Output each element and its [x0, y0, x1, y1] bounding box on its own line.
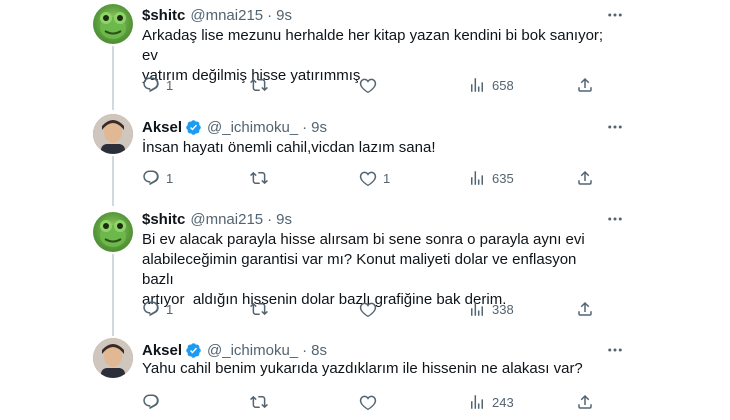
tweet-text: İnsan hayatı önemli cahil,vicdan lazım s…: [142, 138, 612, 158]
verified-badge-icon: [186, 119, 201, 135]
reply-button[interactable]: 1: [142, 299, 173, 319]
like-icon: [359, 171, 377, 187]
tweet-header: $shitc @mnai215 · 9s: [142, 5, 292, 25]
share-icon: [578, 394, 592, 409]
reply-count: 1: [166, 301, 174, 317]
tweet-text-content: Bi ev alacak parayla hisse alırsam bi se…: [142, 231, 585, 308]
views-button[interactable]: 338: [468, 299, 514, 319]
more-button[interactable]: [600, 340, 630, 360]
share-button[interactable]: [576, 168, 594, 188]
share-button[interactable]: [576, 392, 594, 412]
tweet-text-content: Yahu cahil benim yukarıda yazdıklarım il…: [142, 360, 583, 377]
reply-count: 1: [166, 77, 174, 93]
timestamp[interactable]: 9s: [276, 7, 292, 24]
tweet-text-content: İnsan hayatı önemli cahil,vicdan lazım s…: [142, 139, 436, 156]
views-count: 658: [492, 77, 514, 93]
tweet[interactable]: $shitc @mnai215 · 9s Bi ev alacak parayl…: [0, 206, 730, 334]
handle[interactable]: @mnai215: [190, 211, 263, 228]
more-icon: [608, 217, 622, 221]
retweet-button[interactable]: [250, 299, 274, 319]
tweet[interactable]: Aksel @_ichimoku_ · 8s Yahu cahil benim …: [0, 334, 730, 420]
reply-button[interactable]: 1: [142, 168, 173, 188]
share-button[interactable]: [576, 75, 594, 95]
reply-icon: [143, 394, 159, 410]
reply-button[interactable]: 1: [142, 75, 173, 95]
views-count: 338: [492, 301, 514, 317]
timestamp[interactable]: 9s: [311, 119, 327, 136]
reply-button[interactable]: [142, 392, 166, 412]
timestamp[interactable]: 8s: [311, 342, 327, 359]
handle[interactable]: @_ichimoku_: [207, 119, 298, 136]
views-count: 243: [492, 394, 514, 410]
like-icon: [359, 302, 377, 318]
share-icon: [578, 170, 592, 185]
retweet-icon: [250, 171, 268, 185]
more-button[interactable]: [600, 209, 630, 229]
display-name[interactable]: Aksel: [142, 342, 182, 359]
verified-badge-icon: [186, 342, 201, 358]
share-icon: [578, 77, 592, 92]
handle[interactable]: @_ichimoku_: [207, 342, 298, 359]
like-button[interactable]: [359, 392, 383, 412]
reply-icon: [143, 301, 159, 317]
like-button[interactable]: [359, 299, 383, 319]
more-icon: [608, 125, 622, 129]
retweet-icon: [250, 78, 268, 92]
more-icon: [608, 13, 622, 17]
views-icon: [471, 395, 483, 409]
retweet-button[interactable]: [250, 168, 274, 188]
like-button[interactable]: [359, 75, 383, 95]
tweet-text: Bi ev alacak parayla hisse alırsam bi se…: [142, 230, 612, 310]
display-name[interactable]: $shitc: [142, 211, 185, 228]
views-icon: [471, 302, 483, 316]
views-button[interactable]: 635: [468, 168, 514, 188]
tweet-text: Yahu cahil benim yukarıda yazdıklarım il…: [142, 359, 612, 379]
tweet-header: $shitc @mnai215 · 9s: [142, 209, 292, 229]
share-button[interactable]: [576, 299, 594, 319]
more-icon: [608, 348, 622, 352]
tweet[interactable]: Aksel @_ichimoku_ · 9s İnsan hayatı önem…: [0, 108, 730, 206]
display-name[interactable]: $shitc: [142, 7, 185, 24]
retweet-icon: [250, 395, 268, 409]
like-icon: [359, 78, 377, 94]
tweet-header: Aksel @_ichimoku_ · 8s: [142, 340, 327, 360]
views-count: 635: [492, 170, 514, 186]
display-name[interactable]: Aksel: [142, 119, 182, 136]
action-bar: 1 338: [142, 299, 607, 319]
retweet-icon: [250, 302, 268, 316]
more-button[interactable]: [600, 117, 630, 137]
avatar[interactable]: [93, 212, 133, 252]
action-bar: 243: [142, 392, 607, 412]
separator-dot: ·: [267, 210, 273, 228]
views-icon: [471, 171, 483, 185]
reply-count: 1: [166, 170, 174, 186]
share-icon: [578, 301, 592, 316]
like-icon: [359, 395, 377, 411]
separator-dot: ·: [302, 118, 308, 136]
timestamp[interactable]: 9s: [276, 211, 292, 228]
like-button[interactable]: 1: [359, 168, 390, 188]
reply-icon: [143, 77, 159, 93]
avatar[interactable]: [93, 338, 133, 378]
more-button[interactable]: [600, 5, 630, 25]
views-button[interactable]: 658: [468, 75, 514, 95]
action-bar: 1 1 635: [142, 168, 607, 188]
separator-dot: ·: [302, 341, 308, 359]
avatar[interactable]: [93, 4, 133, 44]
reply-icon: [143, 170, 159, 186]
tweet-header: Aksel @_ichimoku_ · 9s: [142, 117, 327, 137]
views-icon: [471, 78, 483, 92]
avatar[interactable]: [93, 114, 133, 154]
like-count: 1: [383, 170, 391, 186]
handle[interactable]: @mnai215: [190, 7, 263, 24]
tweet[interactable]: $shitc @mnai215 · 9s Arkadaş lise mezunu…: [0, 0, 730, 108]
views-button[interactable]: 243: [468, 392, 514, 412]
retweet-button[interactable]: [250, 392, 274, 412]
retweet-button[interactable]: [250, 75, 274, 95]
separator-dot: ·: [267, 6, 273, 24]
action-bar: 1 658: [142, 75, 607, 95]
